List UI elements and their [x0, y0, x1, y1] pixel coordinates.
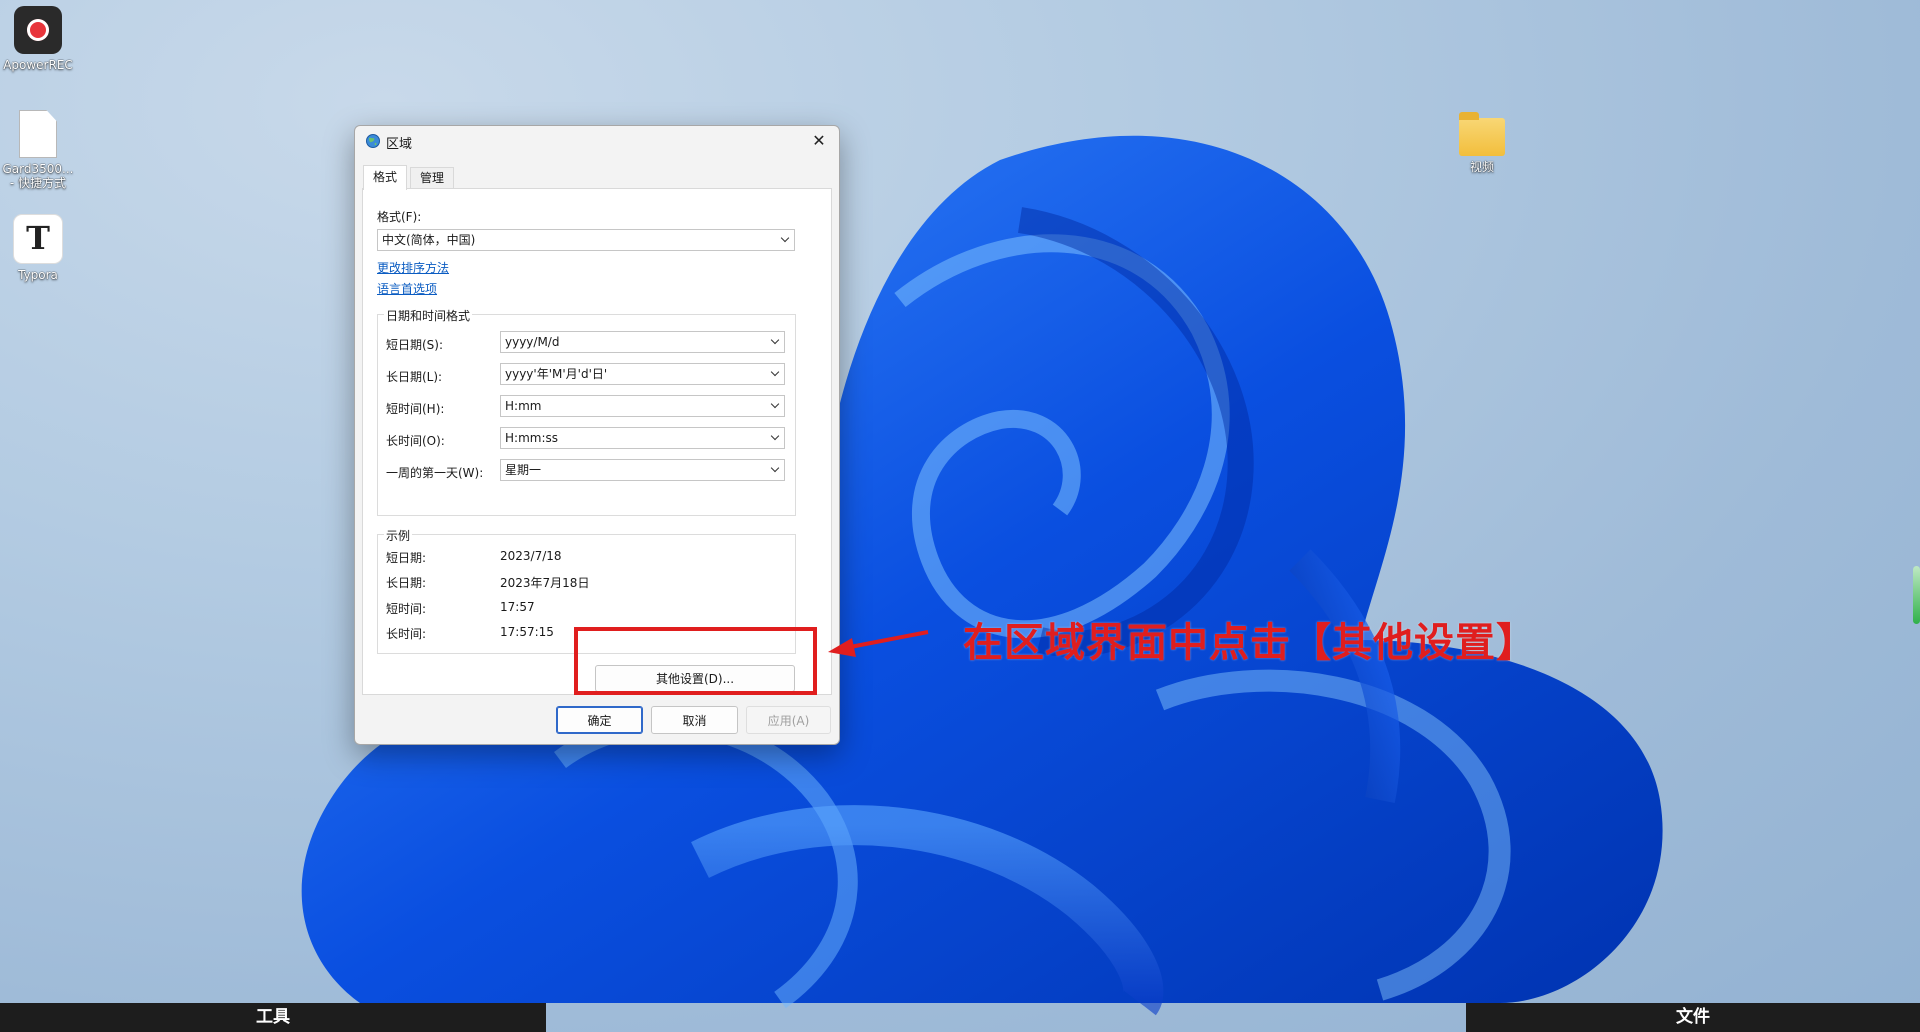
chevron-down-icon — [770, 463, 780, 473]
change-sort-method-link[interactable]: 更改排序方法 — [377, 259, 449, 276]
tab-label: 管理 — [420, 171, 445, 185]
chevron-down-icon — [770, 367, 780, 377]
language-preferences-link[interactable]: 语言首选项 — [377, 280, 437, 297]
example-long-time-label: 长时间: — [386, 627, 427, 641]
short-time-select[interactable]: H:mm — [500, 395, 785, 417]
tools-bar[interactable]: 工具 — [0, 1003, 546, 1032]
example-long-date-value: 2023年7月18日 — [500, 576, 590, 590]
files-bar[interactable]: 文件 — [1466, 1003, 1920, 1032]
format-tab-panel: 格式(F): 中文(简体，中国) 更改排序方法 语言首选项 日期和时间格式 短日… — [362, 188, 832, 695]
short-date-value: yyyy/M/d — [505, 335, 560, 349]
desktop-icon-typora[interactable]: T Typora — [0, 214, 76, 282]
long-time-label: 长时间(O): — [386, 434, 445, 448]
short-time-label: 短时间(H): — [386, 402, 445, 416]
annotation-highlight-box — [574, 627, 817, 695]
globe-icon — [366, 134, 380, 148]
example-short-date-value: 2023/7/18 — [500, 549, 562, 563]
short-time-value: H:mm — [505, 399, 542, 413]
close-icon: ✕ — [812, 133, 826, 150]
long-date-select[interactable]: yyyy'年'M'月'd'日' — [500, 363, 785, 385]
ok-button[interactable]: 确定 — [556, 706, 643, 734]
desktop-icon-videos-folder[interactable]: 视频 — [1444, 112, 1520, 174]
shortcut-file-icon — [19, 110, 57, 158]
first-day-of-week-select[interactable]: 星期一 — [500, 459, 785, 481]
example-long-date-label: 长日期: — [386, 576, 427, 590]
short-date-select[interactable]: yyyy/M/d — [500, 331, 785, 353]
desktop-icon-label: Gard3500... — [2, 162, 74, 176]
datetime-group-title: 日期和时间格式 — [384, 307, 473, 324]
format-label: 格式(F): — [377, 210, 422, 224]
short-date-label: 短日期(S): — [386, 338, 444, 352]
typora-icon: T — [13, 214, 63, 264]
scroll-indicator[interactable] — [1913, 566, 1920, 624]
long-date-label: 长日期(L): — [386, 370, 443, 384]
long-time-value: H:mm:ss — [505, 431, 558, 445]
chevron-down-icon — [770, 335, 780, 345]
tab-label: 格式 — [373, 170, 398, 184]
dialog-titlebar[interactable]: 区域 ✕ — [355, 126, 839, 156]
long-date-value: yyyy'年'M'月'd'日' — [505, 367, 608, 381]
dialog-title: 区域 — [386, 137, 413, 152]
format-select[interactable]: 中文(简体，中国) — [377, 229, 795, 251]
apowerrec-icon — [14, 6, 62, 54]
first-day-of-week-label: 一周的第一天(W): — [386, 466, 484, 480]
chevron-down-icon — [770, 431, 780, 441]
format-select-value: 中文(简体，中国) — [382, 233, 476, 247]
desktop-icon-label-line2: - 快捷方式 — [9, 176, 67, 190]
tools-bar-label: 工具 — [256, 1007, 290, 1027]
desktop-icon-label: 视频 — [1469, 160, 1494, 174]
example-short-time-value: 17:57 — [500, 600, 535, 614]
chevron-down-icon — [770, 399, 780, 409]
annotation-text: 在区域界面中点击【其他设置】 — [963, 620, 1537, 666]
example-long-time-value: 17:57:15 — [500, 625, 554, 639]
cancel-button[interactable]: 取消 — [651, 706, 738, 734]
files-bar-label: 文件 — [1676, 1007, 1710, 1027]
long-time-select[interactable]: H:mm:ss — [500, 427, 785, 449]
apply-button[interactable]: 应用(A) — [746, 706, 831, 734]
desktop-wallpaper — [301, 135, 1663, 1016]
desktop-icon-label: ApowerREC — [3, 58, 73, 72]
example-short-time-label: 短时间: — [386, 602, 427, 616]
datetime-format-group: 日期和时间格式 短日期(S): yyyy/M/d 长日期(L): yyyy'年'… — [377, 307, 796, 516]
example-short-date-label: 短日期: — [386, 551, 427, 565]
desktop-icon-apowerrec[interactable]: ApowerREC — [0, 6, 76, 72]
first-day-of-week-value: 星期一 — [505, 463, 542, 477]
tab-format[interactable]: 格式 — [363, 165, 408, 190]
examples-group-title: 示例 — [384, 527, 413, 544]
tab-administrative[interactable]: 管理 — [410, 167, 455, 189]
close-button[interactable]: ✕ — [799, 126, 839, 156]
desktop-icon-label: Typora — [18, 268, 58, 282]
chevron-down-icon — [780, 233, 790, 243]
desktop-icon-shortcut[interactable]: Gard3500... - 快捷方式 — [0, 110, 76, 190]
folder-icon — [1459, 112, 1505, 156]
